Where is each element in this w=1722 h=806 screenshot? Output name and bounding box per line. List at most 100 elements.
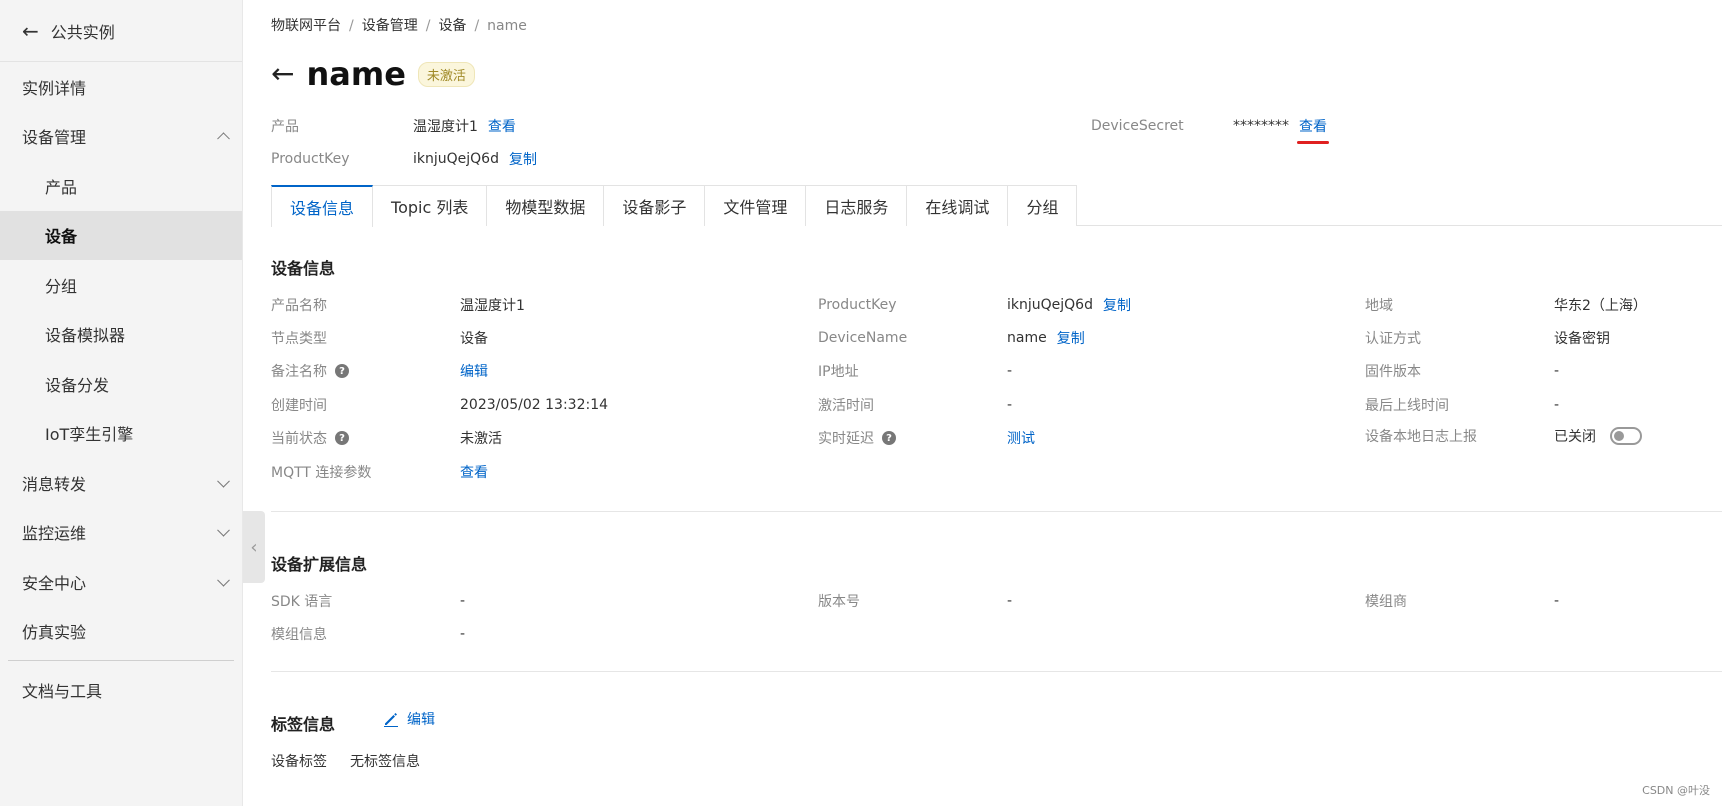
sidebar-item-group[interactable]: 分组 <box>0 260 242 310</box>
breadcrumb-device[interactable]: 设备 <box>438 18 466 34</box>
field-value: - <box>1007 363 1013 379</box>
sidebar-item-product[interactable]: 产品 <box>0 161 242 211</box>
tab-file-management[interactable]: 文件管理 <box>705 185 807 226</box>
field-label: SDK 语言 <box>271 594 333 610</box>
field-value: 2023/05/02 13:32:14 <box>460 397 609 413</box>
devicename-copy-link[interactable]: 复制 <box>1057 328 1085 348</box>
productkey-copy-link[interactable]: 复制 <box>1103 295 1131 315</box>
help-icon[interactable]: ? <box>335 431 349 445</box>
field-label: 创建时间 <box>271 398 327 414</box>
sidebar-item-label: 仿真实验 <box>22 623 87 643</box>
field-sdk: SDK 语言 - <box>271 591 465 611</box>
sidebar-item-device-simulator[interactable]: 设备模拟器 <box>0 310 242 360</box>
devicesecret-view-link[interactable]: 查看 <box>1297 116 1329 144</box>
tags-edit-label: 编辑 <box>407 712 435 728</box>
tags-edit-button[interactable]: 编辑 <box>383 709 435 729</box>
product-view-link[interactable]: 查看 <box>488 116 516 136</box>
main-content: 物联网平台 / 设备管理 / 设备 / name ← name 未激活 产品 温湿度计1 查… <box>271 0 1722 806</box>
tab-online-debug[interactable]: 在线调试 <box>907 185 1009 226</box>
tab-device-shadow[interactable]: 设备影子 <box>604 185 706 226</box>
field-device-tags: 设备标签 无标签信息 <box>271 751 420 771</box>
page-title: name <box>306 55 406 93</box>
field-value: - <box>460 593 466 609</box>
field-value: iknjuQejQ6d <box>1007 297 1093 313</box>
field-value: - <box>1554 593 1560 609</box>
tab-device-info[interactable]: 设备信息 <box>271 185 374 227</box>
watermark: CSDN @叶没 <box>1642 784 1710 797</box>
latency-test-link[interactable]: 测试 <box>1007 428 1035 448</box>
sidebar-item-security[interactable]: 安全中心 <box>0 557 242 607</box>
sidebar-item-label: 设备分发 <box>45 375 110 395</box>
sidebar-item-monitoring[interactable]: 监控运维 <box>0 508 242 558</box>
field-label: MQTT 连接参数 <box>271 465 372 481</box>
field-label: 当前状态 <box>271 431 327 447</box>
field-mqtt: MQTT 连接参数 查看 <box>271 462 488 482</box>
field-productkey: ProductKey iknjuQejQ6d 复制 <box>818 295 1131 315</box>
sidebar-item-label: 设备管理 <box>22 128 87 148</box>
ext-info-title: 设备扩展信息 <box>271 555 368 574</box>
breadcrumb-iot-platform[interactable]: 物联网平台 <box>271 18 341 34</box>
sidebar-item-message-forward[interactable]: 消息转发 <box>0 458 242 508</box>
tab-group[interactable]: 分组 <box>1008 185 1078 226</box>
sidebar-item-label: 安全中心 <box>22 573 87 593</box>
breadcrumb-device-management[interactable]: 设备管理 <box>362 18 418 34</box>
local-log-toggle[interactable] <box>1610 427 1642 445</box>
field-value: - <box>1007 593 1013 609</box>
devicesecret-meta: DeviceSecret ******** 查看 <box>1091 116 1329 144</box>
devicesecret-label: DeviceSecret <box>1091 118 1184 134</box>
remark-edit-link[interactable]: 编辑 <box>460 361 488 381</box>
devicesecret-value: ******** <box>1233 118 1289 134</box>
divider <box>271 671 1722 672</box>
sidebar-item-device-management[interactable]: 设备管理 <box>0 112 242 162</box>
tab-topic-list[interactable]: Topic 列表 <box>373 185 488 226</box>
sidebar-item-device[interactable]: 设备 <box>0 210 242 260</box>
status-badge: 未激活 <box>417 61 475 87</box>
sidebar-collapse-handle[interactable]: ‹ <box>243 511 265 583</box>
sidebar: ← 公共实例 实例详情 设备管理 产品 设备 分组 设备模拟器 设备分发 IoT… <box>0 0 243 806</box>
productkey-copy-link[interactable]: 复制 <box>509 149 537 169</box>
sidebar-item-label: 文档与工具 <box>22 681 103 701</box>
tab-log-service[interactable]: 日志服务 <box>806 185 908 226</box>
sidebar-item-device-distribution[interactable]: 设备分发 <box>0 359 242 409</box>
field-product-name: 产品名称 温湿度计1 <box>271 295 525 315</box>
field-value: 设备密钥 <box>1554 331 1610 347</box>
field-label: 激活时间 <box>818 398 874 414</box>
field-label: 节点类型 <box>271 331 327 347</box>
field-label: 模组信息 <box>271 627 327 643</box>
sidebar-item-instance-detail[interactable]: 实例详情 <box>0 62 242 112</box>
field-label: 备注名称 <box>271 364 327 380</box>
field-value: - <box>1554 397 1560 413</box>
field-last-online: 最后上线时间 - <box>1365 395 1559 415</box>
field-auth: 认证方式 设备密钥 <box>1365 328 1610 348</box>
mqtt-view-link[interactable]: 查看 <box>460 462 488 482</box>
chevron-down-icon <box>217 474 230 488</box>
sidebar-item-label: 消息转发 <box>22 474 87 494</box>
field-label: 固件版本 <box>1365 364 1421 380</box>
field-value: - <box>460 626 466 642</box>
chevron-down-icon <box>217 524 230 537</box>
back-to-instance[interactable]: ← 公共实例 <box>0 0 242 62</box>
tab-thing-model-data[interactable]: 物模型数据 <box>487 185 605 226</box>
field-module: 模组信息 - <box>271 624 465 644</box>
tab-bar: 设备信息 Topic 列表 物模型数据 设备影子 文件管理 日志服务 在线调试 … <box>271 185 1722 227</box>
field-value: 未激活 <box>460 431 502 447</box>
sidebar-item-iot-twin[interactable]: IoT孪生引擎 <box>0 409 242 459</box>
field-remark: 备注名称? 编辑 <box>271 361 488 381</box>
page-header: ← name 未激活 <box>271 55 475 93</box>
productkey-label: ProductKey <box>271 151 350 167</box>
breadcrumb-current: name <box>487 18 527 34</box>
pencil-icon <box>384 713 398 727</box>
field-label: 设备本地日志上报 <box>1365 429 1477 445</box>
help-icon[interactable]: ? <box>882 431 896 445</box>
sidebar-item-docs-tools[interactable]: 文档与工具 <box>0 665 242 715</box>
field-label: 产品名称 <box>271 298 327 314</box>
field-label: 最后上线时间 <box>1365 398 1449 414</box>
productkey-value: iknjuQejQ6d <box>413 151 499 167</box>
field-value: 设备 <box>460 331 488 347</box>
field-label: 认证方式 <box>1365 331 1421 347</box>
chevron-left-icon: ‹ <box>250 536 258 558</box>
arrow-left-icon[interactable]: ← <box>271 60 294 88</box>
help-icon[interactable]: ? <box>335 364 349 378</box>
sidebar-item-simulation[interactable]: 仿真实验 <box>0 607 242 657</box>
field-label: IP地址 <box>818 364 859 380</box>
